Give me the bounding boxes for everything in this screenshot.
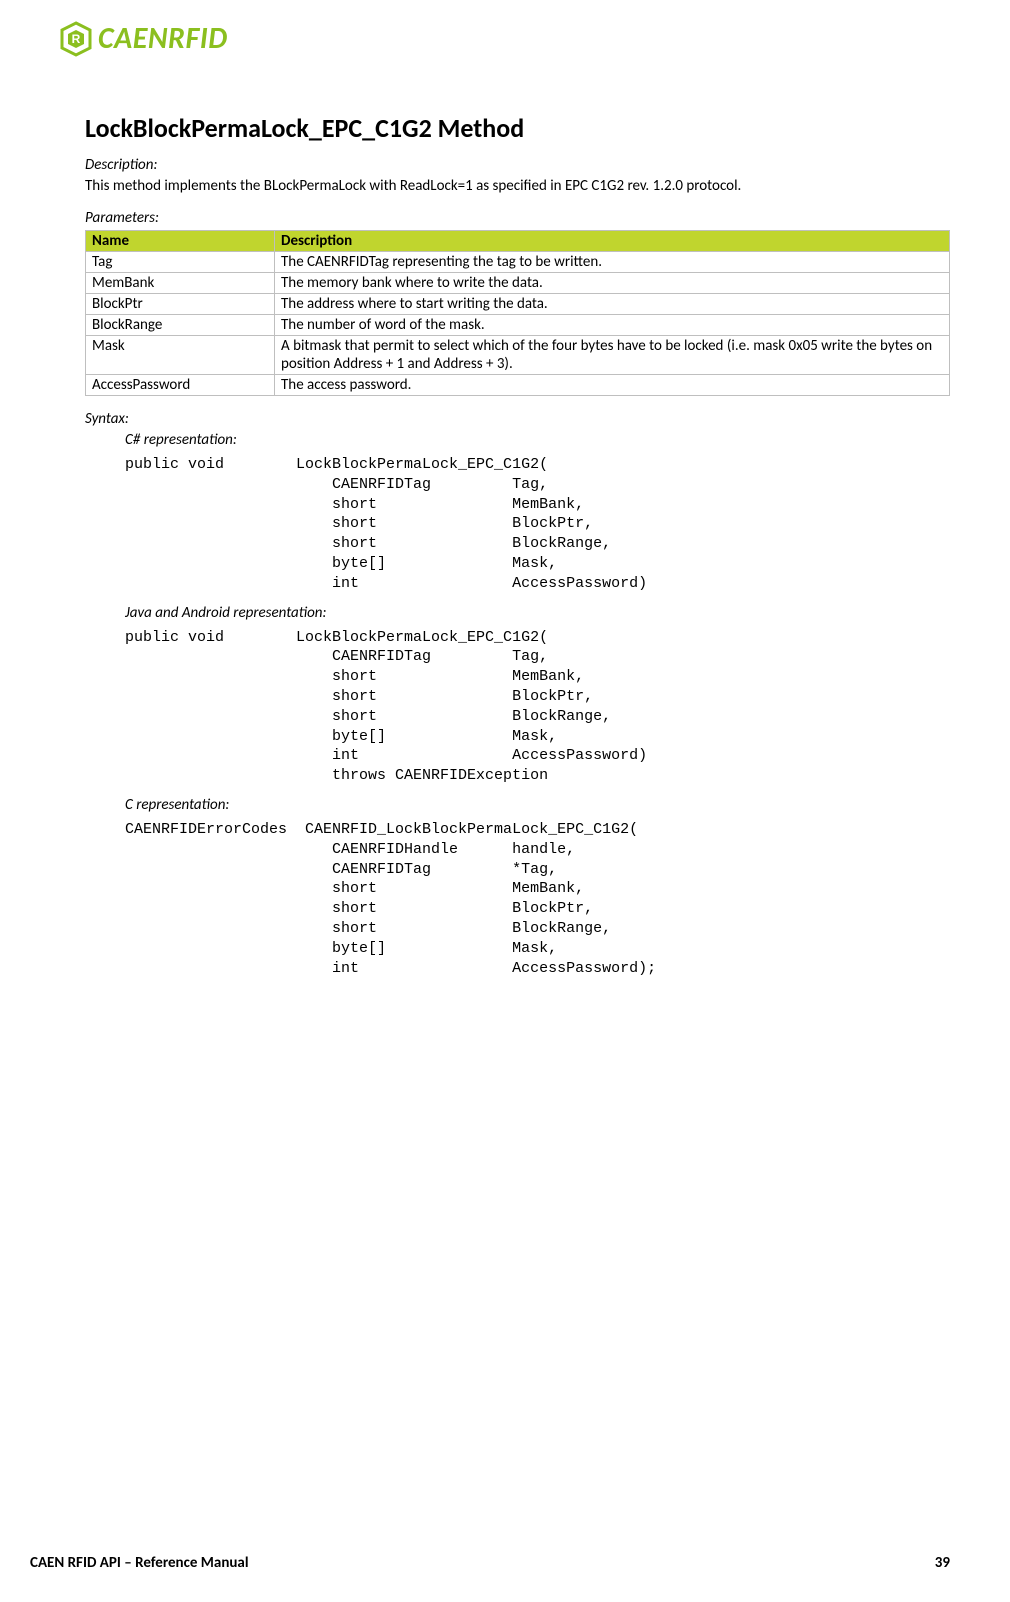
th-name: Name [86,231,275,252]
logo-icon: R [60,21,92,57]
cell-desc: The access password. [275,375,950,396]
cell-desc: The number of word of the mask. [275,315,950,336]
java-code: public void LockBlockPermaLock_EPC_C1G2(… [125,628,950,786]
table-header-row: Name Description [86,231,950,252]
table-row: BlockRangeThe number of word of the mask… [86,315,950,336]
footer-title: CAEN RFID API – Reference Manual [30,1554,249,1572]
parameters-table: Name Description TagThe CAENRFIDTag repr… [85,230,950,396]
table-row: AccessPasswordThe access password. [86,375,950,396]
csharp-label: C# representation: [125,431,950,449]
footer: CAEN RFID API – Reference Manual 39 [0,1554,1010,1572]
table-row: MaskA bitmask that permit to select whic… [86,336,950,375]
cell-desc: The CAENRFIDTag representing the tag to … [275,252,950,273]
table-row: TagThe CAENRFIDTag representing the tag … [86,252,950,273]
cell-name: BlockRange [86,315,275,336]
cell-name: Tag [86,252,275,273]
table-row: BlockPtrThe address where to start writi… [86,294,950,315]
cell-name: AccessPassword [86,375,275,396]
syntax-label: Syntax: [85,410,950,428]
cell-desc: The memory bank where to write the data. [275,273,950,294]
table-row: MemBankThe memory bank where to write th… [86,273,950,294]
c-code: CAENRFIDErrorCodes CAENRFID_LockBlockPer… [125,820,950,978]
logo: R CAENRFID [60,20,950,57]
cell-name: BlockPtr [86,294,275,315]
description-label: Description: [85,156,950,174]
cell-name: MemBank [86,273,275,294]
c-label: C representation: [125,796,950,814]
cell-desc: A bitmask that permit to select which of… [275,336,950,375]
page-number: 39 [935,1554,950,1572]
parameters-label: Parameters: [85,209,950,227]
th-desc: Description [275,231,950,252]
svg-text:R: R [72,32,81,46]
method-title: LockBlockPermaLock_EPC_C1G2 Method [85,112,950,144]
java-label: Java and Android representation: [125,604,950,622]
description-text: This method implements the BLockPermaLoc… [85,177,950,195]
csharp-code: public void LockBlockPermaLock_EPC_C1G2(… [125,455,950,594]
cell-desc: The address where to start writing the d… [275,294,950,315]
brand-text: CAENRFID [98,20,228,57]
cell-name: Mask [86,336,275,375]
